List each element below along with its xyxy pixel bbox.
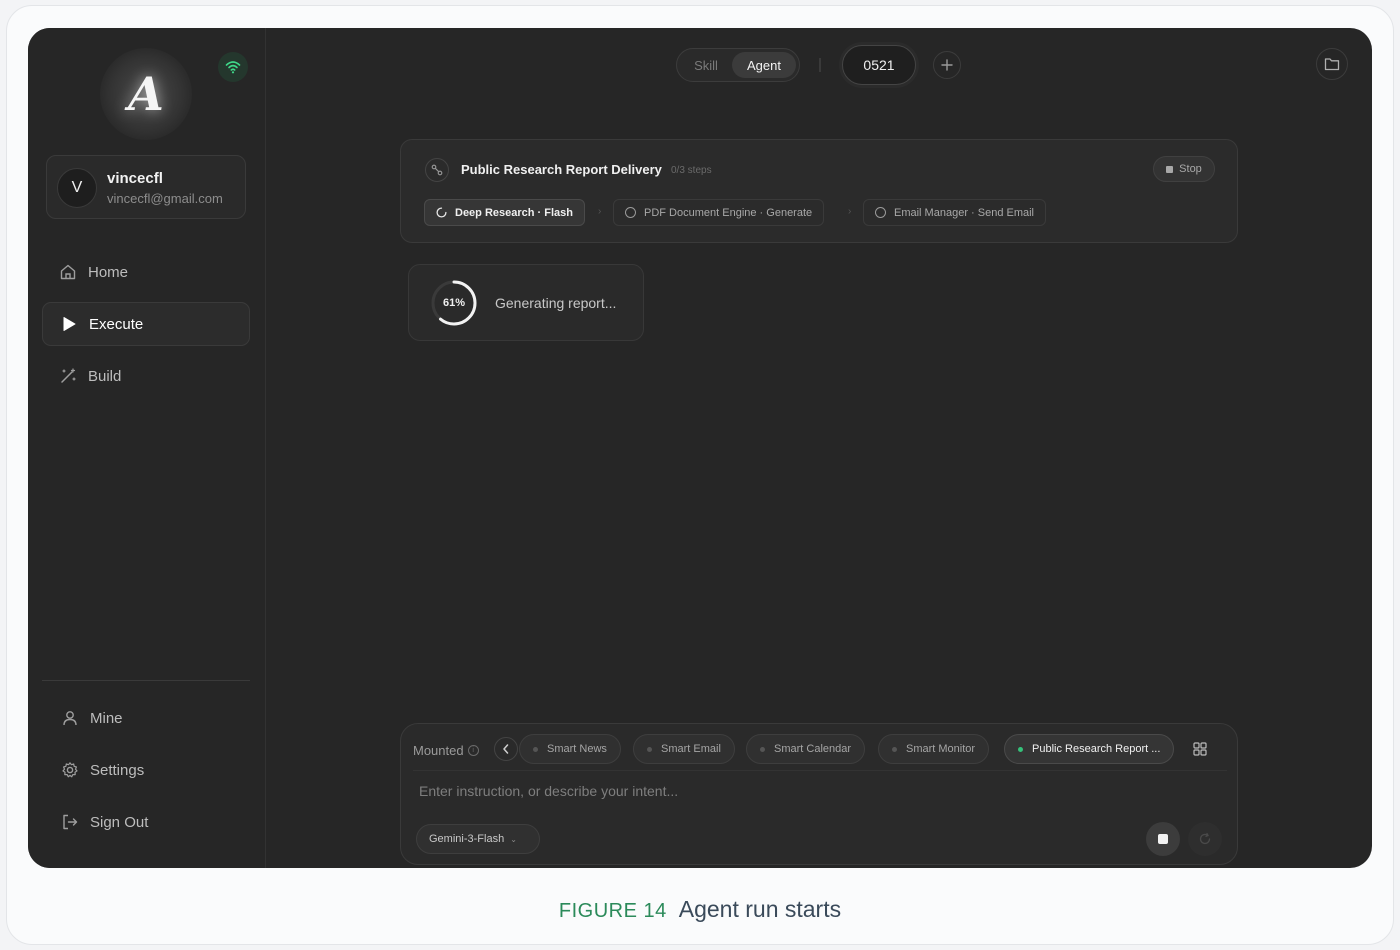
wifi-icon <box>225 61 241 74</box>
sidebar-item-label: Sign Out <box>90 813 149 831</box>
agent-chip-public-research-report[interactable]: Public Research Report ... <box>1004 734 1175 764</box>
mode-toggle: Skill Agent <box>676 48 800 82</box>
sidebar-item-settings[interactable]: Settings <box>42 748 250 792</box>
sidebar-item-mine[interactable]: Mine <box>42 696 250 740</box>
topbar-separator <box>819 58 821 72</box>
figure-caption-text: Agent run starts <box>678 896 842 922</box>
stop-icon <box>1158 834 1168 844</box>
pending-circle-icon <box>625 207 636 218</box>
workflow-card: Public Research Report Delivery 0/3 step… <box>400 139 1238 243</box>
folder-icon <box>1324 58 1340 71</box>
progress-card: 61% Generating report... <box>408 264 644 341</box>
stop-icon <box>1166 165 1174 173</box>
send-button[interactable] <box>1188 822 1222 856</box>
info-icon[interactable]: i <box>467 745 479 756</box>
add-session-button[interactable] <box>933 51 961 79</box>
stop-run-button[interactable] <box>1146 822 1180 856</box>
step-label: PDF Document Engine · Generate <box>644 206 813 219</box>
status-dot <box>760 746 765 752</box>
composer-divider <box>413 770 1227 771</box>
home-icon <box>58 262 78 282</box>
instruction-input[interactable] <box>419 776 1209 806</box>
agent-chip-label: Public Research Report ... <box>1032 743 1161 755</box>
sidebar-divider <box>42 680 250 681</box>
status-dot <box>892 746 897 752</box>
sidebar-item-label: Build <box>88 367 122 385</box>
session-tab[interactable]: 0521 <box>842 45 916 85</box>
sidebar-item-home[interactable]: Home <box>42 250 250 294</box>
status-dot <box>533 746 538 752</box>
stop-workflow-button[interactable]: Stop <box>1153 156 1215 182</box>
refresh-icon <box>1199 832 1211 845</box>
agent-chip-label: Smart Calendar <box>774 743 852 755</box>
sidebar-item-label: Settings <box>90 761 145 779</box>
avatar: V <box>57 168 97 208</box>
model-selector[interactable]: Gemini-3-Flash ⌄ <box>416 824 540 854</box>
gear-icon <box>60 760 80 780</box>
agent-chip-smart-calendar[interactable]: Smart Calendar <box>746 734 866 764</box>
play-icon <box>59 314 79 334</box>
figure-number: FIGURE 14 <box>558 900 667 922</box>
sidebar-item-build[interactable]: Build <box>42 354 250 398</box>
user-name: vincecfl <box>107 170 163 187</box>
progress-label: Generating report... <box>495 295 617 311</box>
workflow-icon <box>425 158 449 182</box>
files-button[interactable] <box>1316 48 1348 80</box>
workflow-step-pdf-engine[interactable]: PDF Document Engine · Generate <box>613 199 825 226</box>
sidebar-item-label: Mine <box>90 709 123 727</box>
scroll-left-button[interactable] <box>494 737 518 761</box>
mounted-label: Mounted i <box>413 743 479 758</box>
magic-wand-icon <box>58 366 78 386</box>
app-logo[interactable]: A <box>100 48 192 140</box>
mode-agent-button[interactable]: Agent <box>732 52 796 78</box>
sidebar-item-label: Home <box>88 263 129 281</box>
step-label: Deep Research · Flash <box>455 206 573 219</box>
agent-chip-smart-news[interactable]: Smart News <box>519 734 621 764</box>
step-label: Email Manager · Send Email <box>894 206 1035 219</box>
agent-chip-smart-email[interactable]: Smart Email <box>633 734 735 764</box>
chevron-down-icon: ⌄ <box>510 834 517 844</box>
agent-chip-label: Smart Email <box>661 743 721 755</box>
chevron-right-icon: › <box>848 206 852 217</box>
user-icon <box>60 708 80 728</box>
figure-caption: FIGURE 14 Agent run starts <box>0 896 1400 923</box>
grid-icon <box>1193 742 1207 756</box>
logo-letter: A <box>128 67 164 121</box>
sidebar-item-sign-out[interactable]: Sign Out <box>42 800 250 844</box>
workflow-step-email-manager[interactable]: Email Manager · Send Email <box>863 199 1047 226</box>
workflow-step-deep-research[interactable]: Deep Research · Flash <box>424 199 585 226</box>
workflow-title: Public Research Report Delivery <box>461 162 662 177</box>
agent-chip-label: Smart News <box>547 743 607 755</box>
connection-status <box>218 52 248 82</box>
sidebar: A V vincecfl vincecfl@gmail.com Home Exe… <box>28 28 266 868</box>
progress-percent: 61% <box>442 297 466 309</box>
plus-icon <box>941 59 953 71</box>
agent-chip-smart-monitor[interactable]: Smart Monitor <box>878 734 990 764</box>
app-window: A V vincecfl vincecfl@gmail.com Home Exe… <box>28 28 1372 868</box>
mounted-text: Mounted <box>413 743 464 758</box>
status-dot <box>647 746 652 752</box>
composer: Mounted i Smart News Smart Email Smart C… <box>400 723 1238 865</box>
chevron-right-icon: › <box>598 206 602 217</box>
user-email: vincecfl@gmail.com <box>107 191 223 206</box>
mode-skill-button[interactable]: Skill <box>680 52 732 78</box>
agent-grid-button[interactable] <box>1185 734 1215 764</box>
sidebar-item-label: Execute <box>89 315 144 333</box>
model-label: Gemini-3-Flash <box>429 833 505 845</box>
stop-label: Stop <box>1179 163 1202 175</box>
spinner-icon <box>436 207 447 218</box>
agent-chip-label: Smart Monitor <box>906 743 976 755</box>
chevron-left-icon <box>503 744 509 754</box>
sidebar-item-execute[interactable]: Execute <box>42 302 250 346</box>
active-status-dot <box>1018 746 1023 752</box>
pending-circle-icon <box>875 207 886 218</box>
workflow-step-count: 0/3 steps <box>671 165 712 176</box>
user-profile-card[interactable]: V vincecfl vincecfl@gmail.com <box>46 155 246 219</box>
sign-out-icon <box>60 812 80 832</box>
progress-ring: 61% <box>429 278 479 328</box>
